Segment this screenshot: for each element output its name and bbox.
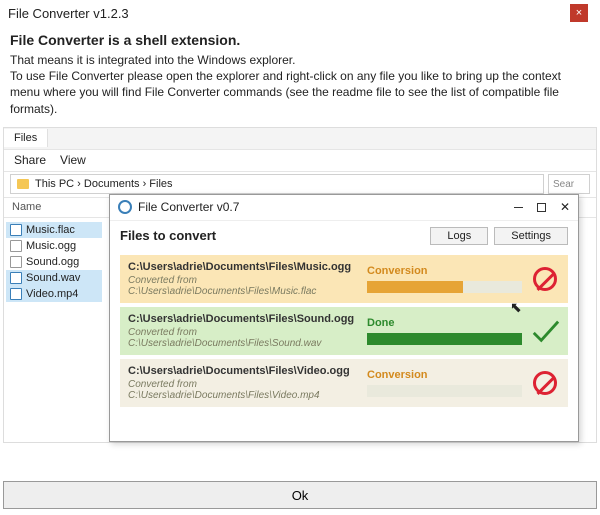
explorer-window: Files Share View This PC › Documents › F… xyxy=(3,127,597,443)
file-name: Music.ogg xyxy=(26,240,76,252)
window-title: File Converter v1.2.3 xyxy=(8,6,129,21)
breadcrumb[interactable]: This PC › Documents › Files xyxy=(10,174,544,194)
check-icon xyxy=(530,316,560,346)
item-dst: C:\Users\adrie\Documents\Files\Music.ogg xyxy=(128,261,359,273)
converter-heading: Files to convert xyxy=(120,228,424,243)
file-name: Video.mp4 xyxy=(26,288,78,300)
file-row[interactable]: Sound.ogg xyxy=(6,254,102,270)
menu-view[interactable]: View xyxy=(60,153,86,167)
item-dst: C:\Users\adrie\Documents\Files\Sound.ogg xyxy=(128,313,359,325)
file-name: Sound.ogg xyxy=(26,256,79,268)
close-icon[interactable]: ✕ xyxy=(560,200,570,214)
file-list: Music.flac Music.ogg Sound.ogg Sound.wav Vid… xyxy=(4,218,104,442)
conversion-item: C:\Users\adrie\Documents\Files\Sound.ogg… xyxy=(120,307,568,355)
intro-line2: To use File Converter please open the ex… xyxy=(10,68,590,117)
file-row[interactable]: Music.ogg xyxy=(6,238,102,254)
status-label: Conversion xyxy=(367,265,522,277)
progress-bar xyxy=(367,281,522,293)
search-input[interactable]: Sear xyxy=(548,174,590,194)
status-label: Conversion xyxy=(367,369,522,381)
file-icon xyxy=(10,288,22,300)
status-label: Done xyxy=(367,317,522,329)
converter-title: File Converter v0.7 xyxy=(138,200,514,214)
cancel-icon[interactable] xyxy=(530,264,560,294)
converter-window: File Converter v0.7 ✕ Files to convert L… xyxy=(109,194,579,442)
close-icon[interactable]: × xyxy=(570,4,588,22)
file-icon xyxy=(10,272,22,284)
item-src: Converted from C:\Users\adrie\Documents\… xyxy=(128,327,359,349)
file-row[interactable]: Video.mp4 xyxy=(6,286,102,302)
cancel-icon[interactable] xyxy=(530,368,560,398)
ok-button[interactable]: Ok xyxy=(3,481,597,509)
menu-share[interactable]: Share xyxy=(14,153,46,167)
file-icon xyxy=(10,224,22,236)
maximize-icon[interactable] xyxy=(537,203,546,212)
folder-icon xyxy=(17,179,29,189)
explorer-tab[interactable]: Files xyxy=(4,129,48,147)
intro-line1: That means it is integrated into the Win… xyxy=(10,52,590,68)
intro-text: File Converter is a shell extension. Tha… xyxy=(0,26,600,127)
item-src: Converted from C:\Users\adrie\Documents\… xyxy=(128,379,359,401)
logs-button[interactable]: Logs xyxy=(430,227,488,245)
conversion-item: C:\Users\adrie\Documents\Files\Video.ogg… xyxy=(120,359,568,407)
breadcrumb-text: This PC › Documents › Files xyxy=(35,178,173,190)
minimize-icon[interactable] xyxy=(514,207,523,208)
file-icon xyxy=(10,240,22,252)
intro-heading: File Converter is a shell extension. xyxy=(10,32,590,48)
file-name: Sound.wav xyxy=(26,272,80,284)
file-name: Music.flac xyxy=(26,224,75,236)
file-row[interactable]: Music.flac xyxy=(6,222,102,238)
item-dst: C:\Users\adrie\Documents\Files\Video.ogg xyxy=(128,365,359,377)
file-row[interactable]: Sound.wav xyxy=(6,270,102,286)
file-icon xyxy=(10,256,22,268)
progress-bar xyxy=(367,333,522,345)
progress-bar xyxy=(367,385,522,397)
item-src: Converted from C:\Users\adrie\Documents\… xyxy=(128,275,359,297)
conversion-item: C:\Users\adrie\Documents\Files\Music.ogg… xyxy=(120,255,568,303)
col-name[interactable]: Name xyxy=(4,198,114,217)
app-icon xyxy=(118,200,132,214)
settings-button[interactable]: Settings xyxy=(494,227,568,245)
